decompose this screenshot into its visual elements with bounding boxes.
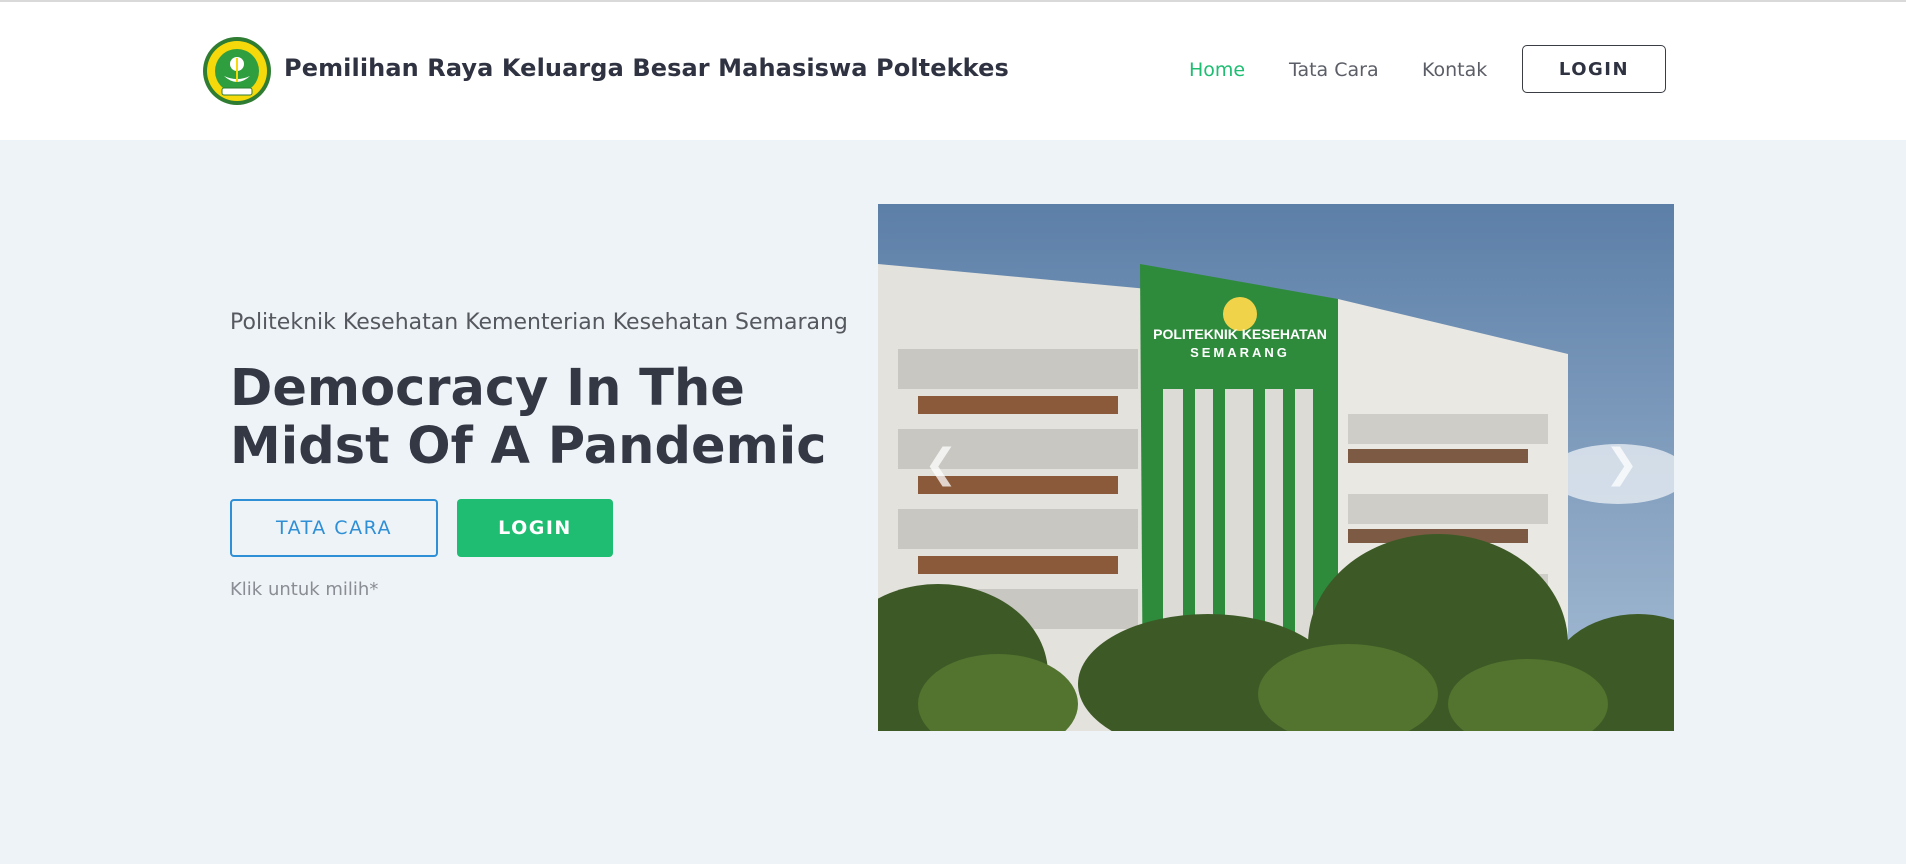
nav-home[interactable]: Home [1189, 59, 1245, 81]
campus-building-image: POLITEKNIK KESEHATAN SEMARANG [878, 204, 1674, 731]
brand-title[interactable]: Pemilihan Raya Keluarga Besar Mahasiswa … [284, 54, 1009, 82]
tata-cara-button[interactable]: TATA CARA [230, 499, 438, 557]
login-button[interactable]: LOGIN [457, 499, 613, 557]
chevron-left-icon[interactable]: ❮ [924, 444, 958, 484]
nav-kontak[interactable]: Kontak [1422, 59, 1487, 81]
nav-tata-cara[interactable]: Tata Cara [1289, 59, 1379, 81]
building-sign-line1: POLITEKNIK KESEHATAN [1153, 326, 1327, 342]
hero-subtitle: Politeknik Kesehatan Kementerian Kesehat… [230, 310, 848, 335]
vote-hint: Klik untuk milih* [230, 579, 379, 600]
header-login-button[interactable]: LOGIN [1522, 45, 1666, 93]
poltekkes-logo[interactable] [202, 36, 272, 106]
chevron-right-icon[interactable]: ❯ [1605, 444, 1639, 484]
building-sign-line2: SEMARANG [1190, 345, 1290, 360]
hero-title: Democracy In The Midst Of A Pandemic [230, 359, 827, 476]
site-header: Pemilihan Raya Keluarga Besar Mahasiswa … [0, 2, 1906, 140]
campus-carousel[interactable]: POLITEKNIK KESEHATAN SEMARANG ❮ ❯ [878, 204, 1674, 731]
